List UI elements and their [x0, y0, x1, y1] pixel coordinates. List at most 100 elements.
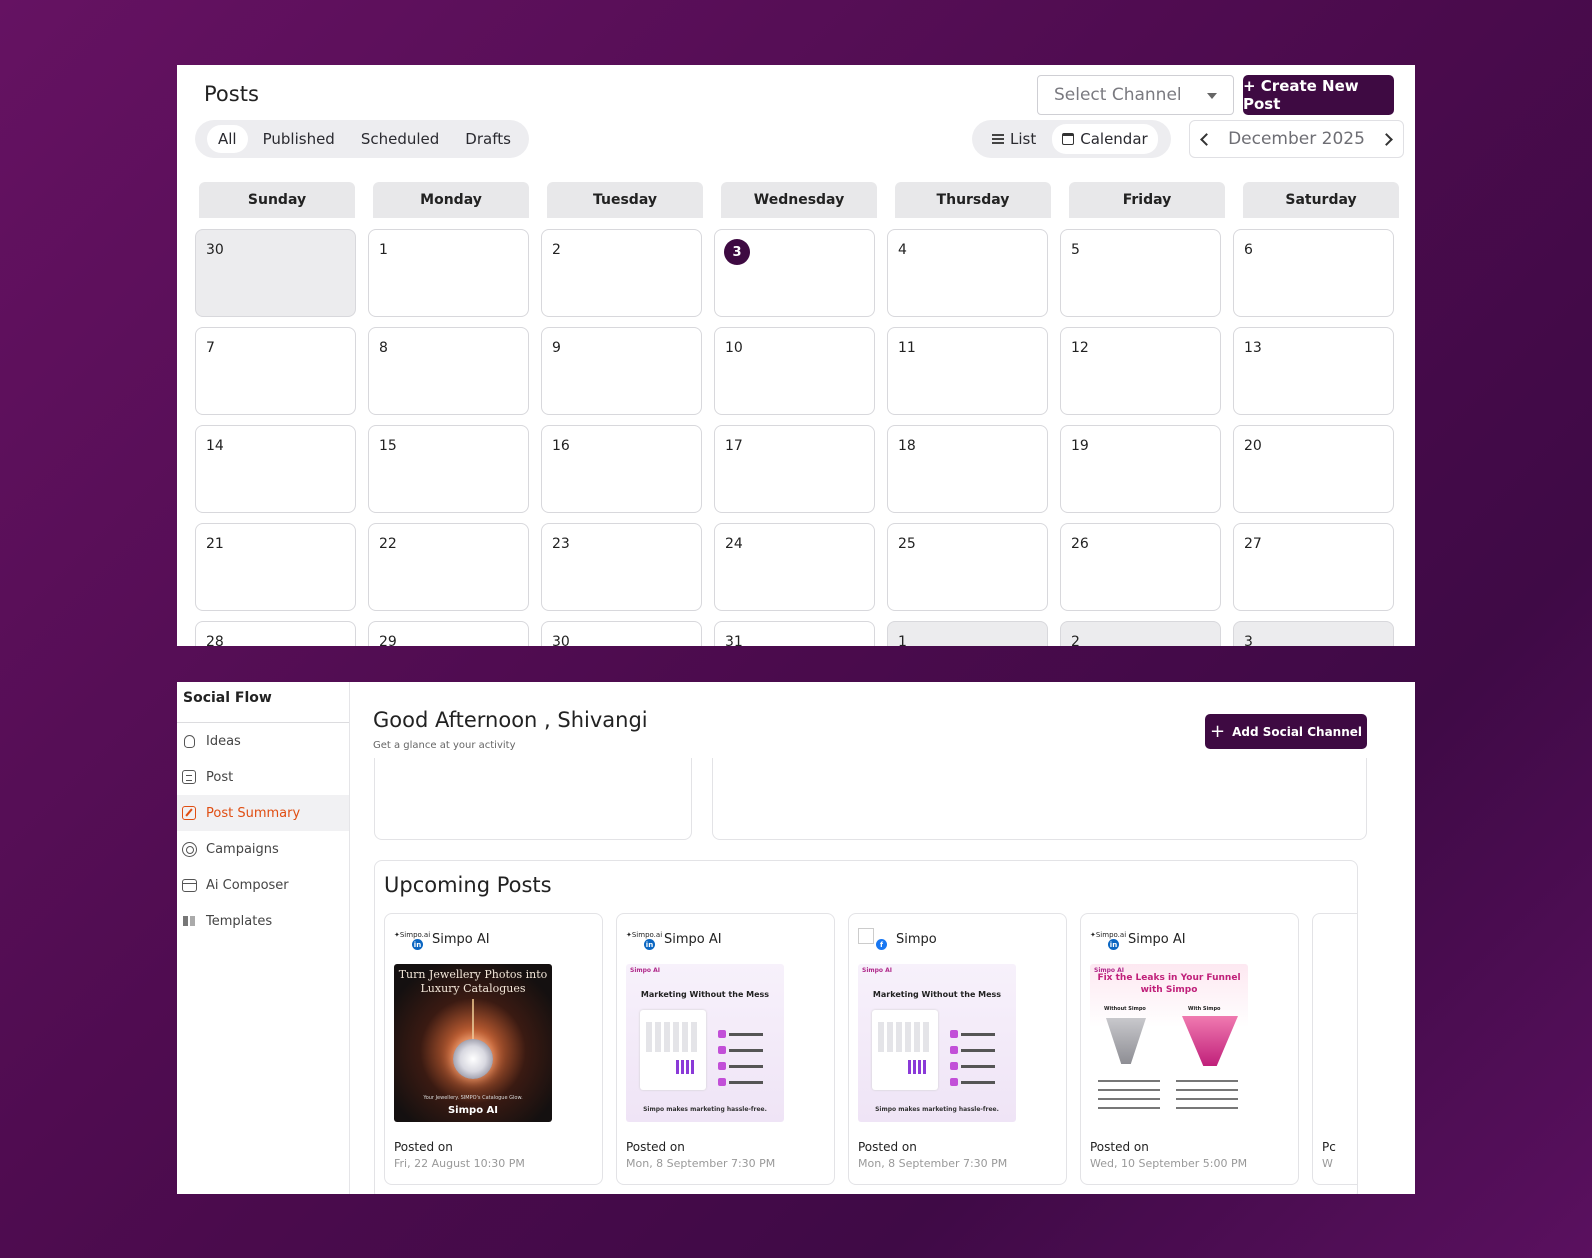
calendar-day-cell[interactable]: 26: [1060, 523, 1221, 611]
calendar-day-cell[interactable]: 24: [714, 523, 875, 611]
document-icon: [181, 769, 197, 785]
day-number: 2: [552, 242, 561, 258]
sidebar-item-ideas[interactable]: Ideas: [177, 723, 349, 759]
calendar-day-cell[interactable]: 20: [1233, 425, 1394, 513]
account-avatar: ✦Simpo.ai in: [394, 931, 431, 950]
post-card[interactable]: ✦Simpo.ai in Simpo AI Simpo AI Fix the Le…: [1080, 913, 1299, 1185]
calendar-day-cell[interactable]: 7: [195, 327, 356, 415]
post-card[interactable]: Pc W: [1312, 913, 1357, 1185]
posted-on-label: Posted on: [858, 1140, 917, 1154]
calendar-day-cell[interactable]: 1: [887, 621, 1048, 646]
calendar-day-cell[interactable]: 6: [1233, 229, 1394, 317]
calendar-day-cell[interactable]: 1: [368, 229, 529, 317]
calendar-day-cell[interactable]: 19: [1060, 425, 1221, 513]
calendar-day-cell[interactable]: 9: [541, 327, 702, 415]
calendar-icon: [1062, 133, 1075, 145]
page-title: Posts: [204, 82, 259, 106]
post-card[interactable]: ✦Simpo.ai in Simpo AI Simpo AI Marketing …: [616, 913, 835, 1185]
day-number: 5: [1071, 242, 1080, 258]
sidebar-item-ai-composer[interactable]: Ai Composer: [177, 867, 349, 903]
account-name: Simpo: [896, 931, 937, 947]
tab-all[interactable]: All: [207, 125, 248, 153]
image-footer: Simpo makes marketing hassle-free.: [875, 1106, 999, 1113]
post-date: Fri, 22 August 10:30 PM: [394, 1157, 525, 1170]
calendar-day-cell[interactable]: 18: [887, 425, 1048, 513]
post-image: Simpo AI Marketing Without the Mess Simp…: [626, 964, 784, 1122]
tab-drafts[interactable]: Drafts: [454, 125, 522, 153]
calendar-day-cell[interactable]: 21: [195, 523, 356, 611]
calendar-day-cell[interactable]: 15: [368, 425, 529, 513]
post-date: Mon, 8 September 7:30 PM: [858, 1157, 1008, 1170]
sidebar-item-campaigns[interactable]: Campaigns: [177, 831, 349, 867]
create-new-post-button[interactable]: + Create New Post: [1243, 75, 1394, 115]
calendar-day-cell[interactable]: 28: [195, 621, 356, 646]
add-social-channel-button[interactable]: + Add Social Channel: [1205, 714, 1367, 749]
calendar-day-cell[interactable]: 17: [714, 425, 875, 513]
weekday-wednesday: Wednesday: [721, 182, 877, 218]
day-number: 31: [725, 634, 743, 646]
tab-scheduled[interactable]: Scheduled: [350, 125, 450, 153]
post-card[interactable]: ✦Simpo.ai in Simpo AI Turn Jewellery Phot…: [384, 913, 603, 1185]
sidebar-item-templates[interactable]: Templates: [177, 903, 349, 939]
calendar-day-cell[interactable]: 27: [1233, 523, 1394, 611]
day-number: 26: [1071, 536, 1089, 552]
plus-icon: +: [1209, 720, 1226, 742]
weekday-header: Sunday Monday Tuesday Wednesday Thursday…: [199, 182, 1399, 218]
calendar-day-cell[interactable]: 12: [1060, 327, 1221, 415]
day-number: 24: [725, 536, 743, 552]
calendar-day-cell[interactable]: 30: [541, 621, 702, 646]
day-number: 17: [725, 438, 743, 454]
calendar-day-cell[interactable]: 4: [887, 229, 1048, 317]
image-headline: Marketing Without the Mess: [872, 990, 1002, 999]
calendar-day-cell[interactable]: 5: [1060, 229, 1221, 317]
sidebar-item-post-summary[interactable]: Post Summary: [177, 795, 349, 831]
calendar-view-button[interactable]: Calendar: [1052, 124, 1158, 154]
day-number: 18: [898, 438, 916, 454]
sidebar-nav: Ideas Post Post Summary Campaigns Ai Com…: [177, 723, 349, 939]
calendar-day-cell[interactable]: 30: [195, 229, 356, 317]
account-name: Simpo AI: [664, 931, 722, 947]
tab-published[interactable]: Published: [252, 125, 346, 153]
calendar-day-cell[interactable]: 23: [541, 523, 702, 611]
day-number: 13: [1244, 340, 1262, 356]
day-number: 22: [379, 536, 397, 552]
calendar-day-cell[interactable]: 16: [541, 425, 702, 513]
day-number: 21: [206, 536, 224, 552]
day-number: 3: [1244, 634, 1253, 646]
calendar-day-cell[interactable]: 3: [1233, 621, 1394, 646]
list-view-label: List: [1010, 130, 1037, 148]
calendar-day-cell[interactable]: 22: [368, 523, 529, 611]
day-number: 1: [379, 242, 388, 258]
chevron-left-icon[interactable]: [1200, 132, 1213, 146]
channel-select[interactable]: Select Channel: [1037, 75, 1234, 115]
posted-on-label: Posted on: [1090, 1140, 1149, 1154]
chevron-right-icon[interactable]: [1380, 132, 1393, 146]
calendar-day-cell[interactable]: 29: [368, 621, 529, 646]
linkedin-icon: in: [1108, 939, 1119, 950]
section-title: Upcoming Posts: [384, 873, 552, 897]
calendar-day-cell[interactable]: 3: [714, 229, 875, 317]
post-image: Turn Jewellery Photos into Luxury Catalo…: [394, 964, 552, 1122]
day-number: 10: [725, 340, 743, 356]
calendar-day-cell[interactable]: 8: [368, 327, 529, 415]
account-name: Simpo AI: [1128, 931, 1186, 947]
calendar-day-cell[interactable]: 14: [195, 425, 356, 513]
post-image: Simpo AI Fix the Leaks in Your Funnel wi…: [1090, 964, 1248, 1122]
upcoming-posts-section: Upcoming Posts ✦Simpo.ai in Simpo AI Turn…: [374, 860, 1358, 1194]
day-number: 12: [1071, 340, 1089, 356]
broken-funnel-graphic: [1106, 1018, 1146, 1064]
calendar-day-cell[interactable]: 13: [1233, 327, 1394, 415]
calendar-day-cell[interactable]: 11: [887, 327, 1048, 415]
sidebar-item-label: Post: [206, 769, 234, 785]
calendar-day-cell[interactable]: 31: [714, 621, 875, 646]
sidebar-item-post[interactable]: Post: [177, 759, 349, 795]
calendar-day-cell[interactable]: 10: [714, 327, 875, 415]
calendar-day-cell[interactable]: 2: [1060, 621, 1221, 646]
sidebar: Social Flow Ideas Post Post Summary Camp…: [177, 682, 349, 1194]
post-card[interactable]: f Simpo Simpo AI Marketing Without the M…: [848, 913, 1067, 1185]
weekday-tuesday: Tuesday: [547, 182, 703, 218]
calendar-day-cell[interactable]: 2: [541, 229, 702, 317]
calendar-day-cell[interactable]: 25: [887, 523, 1048, 611]
list-view-button[interactable]: List: [982, 124, 1046, 154]
day-number: 1: [898, 634, 907, 646]
